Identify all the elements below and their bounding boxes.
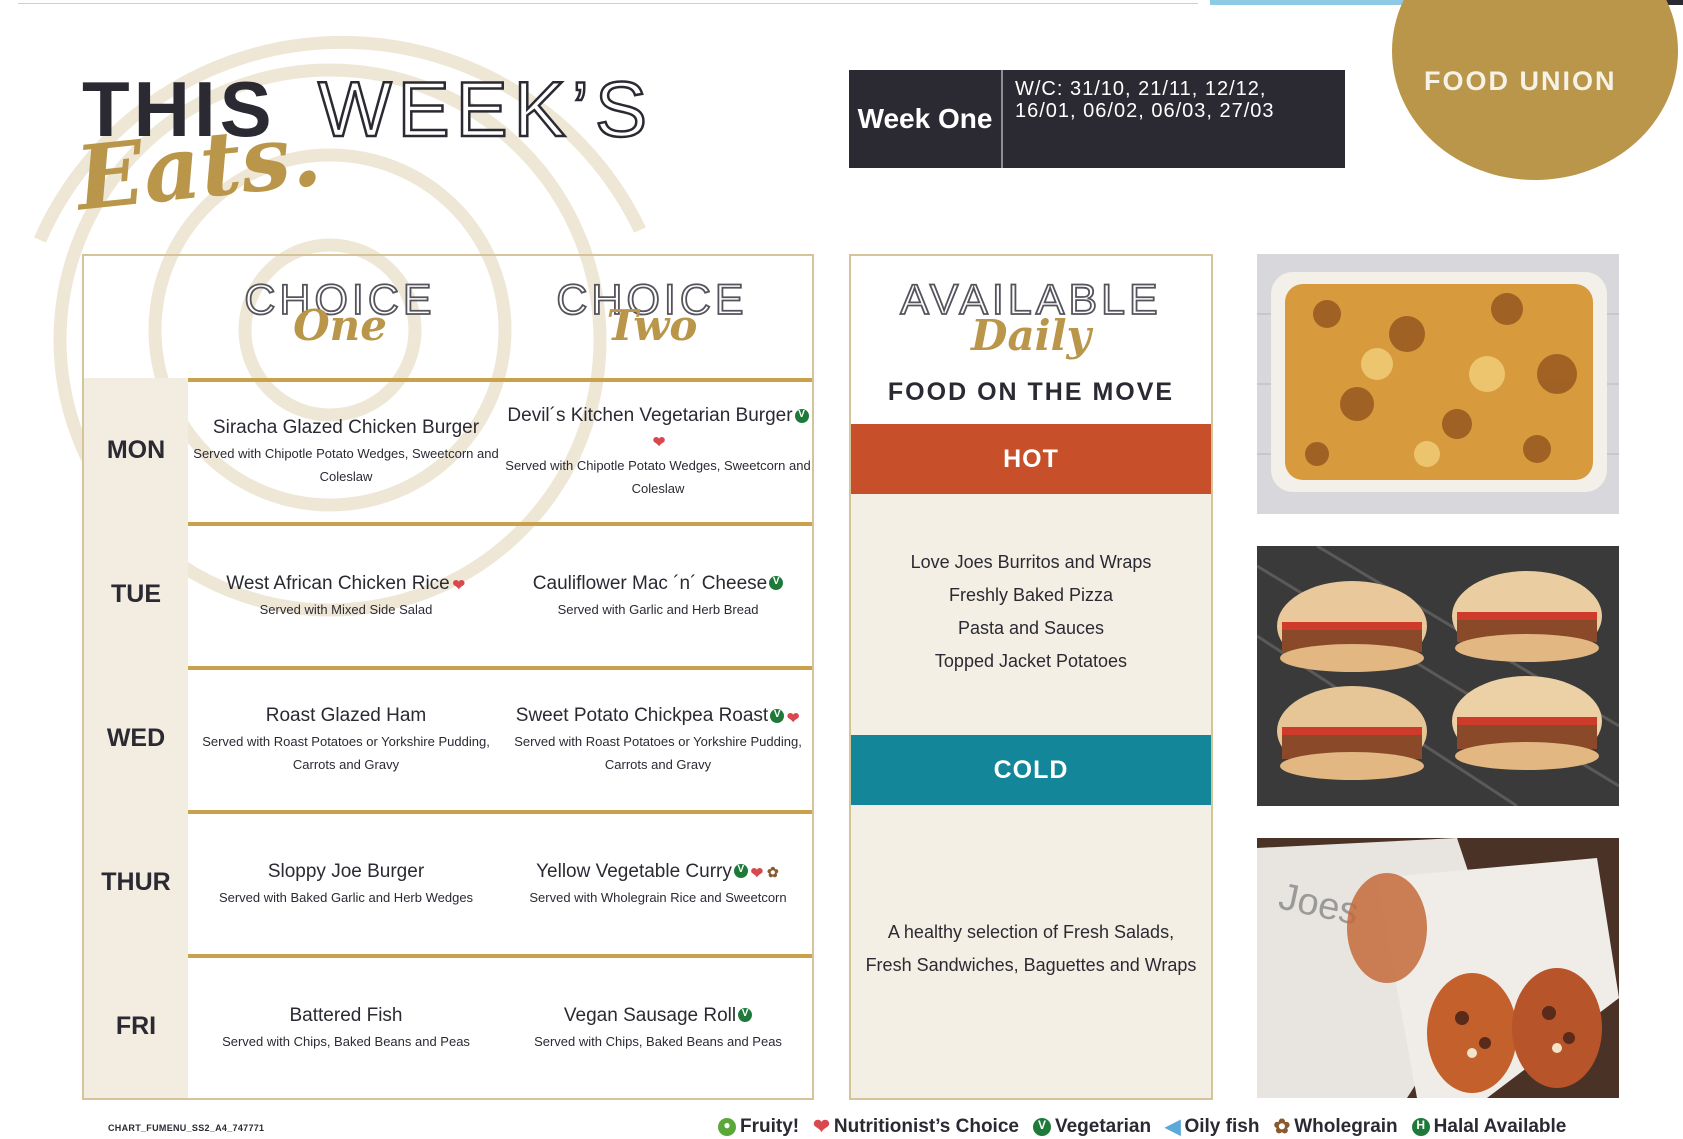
burrito-wraps-photo: Joes (1257, 838, 1619, 1098)
dish-name: Battered Fish (289, 1004, 403, 1026)
sloppy-joe-burgers-photo (1257, 546, 1619, 806)
weekly-menu-table: CHOICE One CHOICE Two MON Siracha Glazed … (82, 254, 814, 1100)
choice-two-cell: Cauliflower Mac ´n´ Cheese V Served with G… (502, 526, 814, 666)
choice-one-cell: Sloppy Joe Burger Served with Baked Garli… (190, 814, 502, 954)
choice-two-heading: CHOICE Two (555, 275, 748, 350)
menu-row: FRI Battered Fish Served with Chips, Baked… (84, 954, 812, 1098)
choice-two-cell: Yellow Vegetable Curry V ❤ ✿ Served with Who… (502, 814, 814, 954)
dish-side: Served with Chipotle Potato Wedges, Swee… (193, 446, 499, 484)
dish-side: Served with Roast Potatoes or Yorkshire … (514, 734, 802, 772)
available-daily-panel: AVAILABLE Daily FOOD ON THE MOVE HOT Lov… (849, 254, 1213, 1100)
heart-icon: ❤ (786, 709, 800, 727)
choice-two-cell: Devil´s Kitchen Vegetarian Burger V ❤ Serve… (502, 382, 814, 522)
apple-icon: ● (718, 1117, 736, 1136)
menu-header: CHOICE One CHOICE Two (84, 256, 812, 378)
vegetarian-icon: V (794, 408, 809, 423)
dish-name: Yellow Vegetable Curry (536, 860, 732, 882)
hot-item: Love Joes Burritos and Wraps (910, 552, 1152, 572)
dish-name: Sloppy Joe Burger (267, 860, 425, 882)
legend-vegetarian: V Vegetarian (1032, 1116, 1151, 1138)
chart-code: CHART_FUMENU_SS2_A4_747771 (108, 1123, 265, 1133)
fish-icon: ◀ (1165, 1116, 1181, 1138)
wheat-icon: ✿ (767, 864, 779, 881)
dish-side: Served with Chips, Baked Beans and Peas (534, 1033, 782, 1049)
hot-band: HOT (851, 424, 1211, 494)
legend-fruity: ● Fruity! (718, 1116, 799, 1138)
day-label: TUE (84, 522, 188, 666)
v-icon: V (1032, 1117, 1051, 1136)
dish-side: Served with Chipotle Potato Wedges, Swee… (505, 458, 811, 496)
week-label: Week One (849, 70, 1003, 168)
heart-icon: ❤ (813, 1116, 830, 1138)
heart-icon: ❤ (652, 433, 666, 451)
vegetarian-icon: V (770, 708, 785, 723)
choice-one-cell: West African Chicken Rice ❤ Served with Mi… (190, 526, 502, 666)
day-label: WED (84, 666, 188, 810)
heart-icon: ❤ (750, 865, 764, 883)
legend-halal: H Halal Available (1411, 1116, 1566, 1138)
dish-name: Devil´s Kitchen Vegetarian Burger (507, 405, 793, 426)
cold-description: A healthy selection of Fresh Salads, Fre… (865, 922, 1197, 975)
available-header: AVAILABLE Daily FOOD ON THE MOVE (851, 256, 1211, 424)
vegetarian-icon: V (733, 864, 748, 879)
dish-name: Siracha Glazed Chicken Burger (212, 417, 480, 438)
dish-name: Roast Glazed Ham (265, 705, 427, 726)
h-icon: H (1411, 1117, 1430, 1136)
choice-two-cell: Sweet Potato Chickpea Roast V ❤ Served with… (502, 670, 814, 810)
hot-item: Topped Jacket Potatoes (934, 651, 1128, 671)
dish-side: Served with Baked Garlic and Herb Wedges (218, 889, 474, 905)
day-label: THUR (84, 810, 188, 954)
menu-row: MON Siracha Glazed Chicken Burger Served w… (84, 378, 812, 522)
cold-band: COLD (851, 735, 1211, 805)
day-label: MON (84, 378, 188, 522)
legend-wholegrain: ✿ Wholegrain (1273, 1115, 1398, 1139)
dish-side: Served with Mixed Side Salad (259, 601, 433, 617)
legend-nutritionist: ❤ Nutritionist’s Choice (813, 1115, 1019, 1139)
dish-side: Served with Roast Potatoes or Yorkshire … (202, 734, 490, 772)
hot-item: Pasta and Sauces (957, 618, 1105, 638)
week-dates: W/C: 31/10, 21/11, 12/12, 16/01, 06/02, … (1015, 78, 1275, 122)
vegetarian-icon: V (769, 576, 784, 591)
dietary-legend: ● Fruity! ❤ Nutritionist’s Choice V Vegetar… (718, 1114, 1566, 1139)
choice-one-cell: Roast Glazed Ham Served with Roast Potato… (190, 670, 502, 810)
dish-name: West African Chicken Rice (226, 572, 450, 594)
choice-one-cell: Battered Fish Served with Chips, Baked Be… (190, 958, 502, 1098)
vegetarian-icon: V (738, 1008, 753, 1023)
day-label: FRI (84, 954, 188, 1098)
choice-one-heading: CHOICE One (243, 275, 436, 350)
dish-side: Served with Wholegrain Rice and Sweetcor… (529, 889, 787, 905)
dish-side: Served with Chips, Baked Beans and Peas (222, 1033, 470, 1049)
food-on-the-move-title: FOOD ON THE MOVE (887, 378, 1175, 406)
hot-item: Freshly Baked Pizza (948, 585, 1114, 605)
menu-row: WED Roast Glazed Ham Served with Roast Pot… (84, 666, 812, 810)
title-weeks: WEEK’S (317, 64, 654, 155)
baked-pasta-tray-photo (1257, 254, 1619, 514)
choice-two-cell: Vegan Sausage Roll V Served with Chips, Ba… (502, 958, 814, 1098)
menu-row: TUE West African Chicken Rice ❤ Served with… (84, 522, 812, 666)
heart-icon: ❤ (452, 577, 466, 595)
menu-row: THUR Sloppy Joe Burger Served with Baked G… (84, 810, 812, 954)
brand-name: FOOD UNION (1424, 66, 1617, 96)
choice-one-cell: Siracha Glazed Chicken Burger Served with… (190, 382, 502, 522)
daily-script: Daily (971, 311, 1091, 360)
week-info-box: Week One W/C: 31/10, 21/11, 12/12, 16/01… (849, 70, 1345, 168)
dish-name: Cauliflower Mac ´n´ Cheese (532, 572, 768, 594)
hot-items-list: Love Joes Burritos and Wraps Freshly Bak… (851, 546, 1211, 678)
dish-side: Served with Garlic and Herb Bread (557, 601, 759, 617)
dish-name: Sweet Potato Chickpea Roast (515, 705, 769, 726)
wheat-icon: ✿ (1273, 1116, 1291, 1138)
legend-oily-fish: ◀ Oily fish (1165, 1115, 1260, 1139)
dish-name: Vegan Sausage Roll (563, 1004, 737, 1026)
